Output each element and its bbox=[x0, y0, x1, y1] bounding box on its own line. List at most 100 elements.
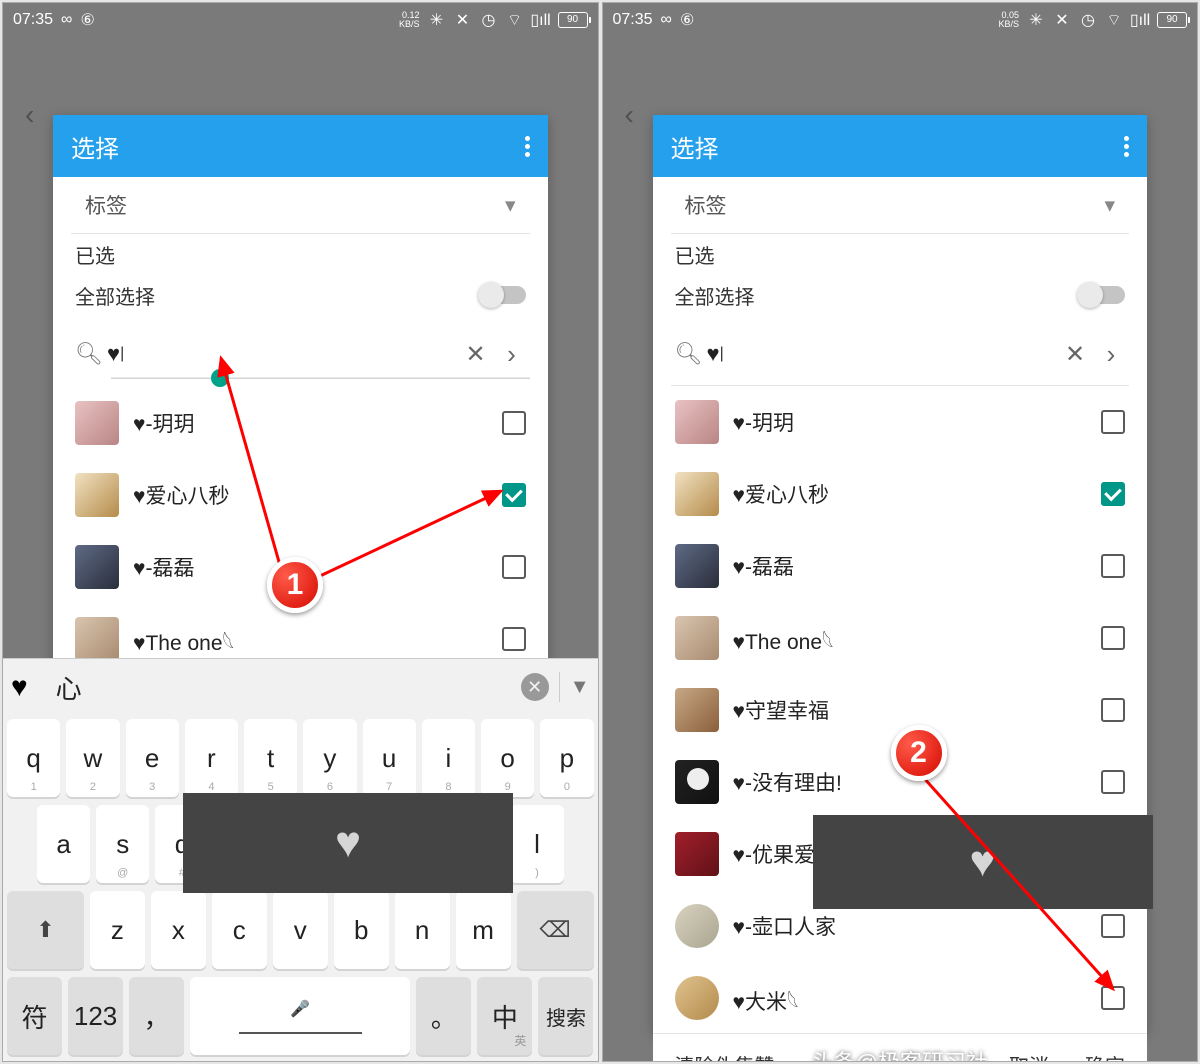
battery-icon: 90 bbox=[1157, 12, 1187, 28]
checkbox[interactable] bbox=[1101, 986, 1125, 1010]
period-key[interactable]: 。 bbox=[416, 977, 471, 1055]
more-menu-button[interactable] bbox=[525, 136, 530, 157]
contact-name: ♥The one𓆩 bbox=[133, 622, 488, 657]
search-input[interactable]: ♥ bbox=[707, 341, 720, 367]
key-e[interactable]: e3 bbox=[126, 719, 179, 797]
candidate-heart[interactable]: ♥ bbox=[11, 671, 28, 703]
list-item[interactable]: ♥-磊磊 bbox=[671, 530, 1130, 602]
checkbox[interactable] bbox=[1101, 770, 1125, 794]
avatar bbox=[675, 544, 719, 588]
tag-dropdown[interactable]: 标签 ▾ bbox=[71, 177, 530, 233]
modal-title: 选择 bbox=[71, 129, 119, 164]
cursor-slider[interactable] bbox=[111, 377, 530, 379]
key-z[interactable]: z bbox=[90, 891, 145, 969]
contact-name: ♥-壶口人家 bbox=[733, 911, 1088, 941]
candidate-word[interactable]: 心 bbox=[38, 669, 100, 706]
alarm-icon: ◷ bbox=[480, 11, 498, 29]
avatar bbox=[675, 688, 719, 732]
language-key[interactable]: 中英 bbox=[477, 977, 532, 1055]
key-a[interactable]: a bbox=[37, 805, 90, 883]
checkbox[interactable] bbox=[1101, 698, 1125, 722]
back-icon: ‹ bbox=[625, 99, 634, 131]
ok-button[interactable]: 确定 bbox=[1085, 1050, 1125, 1062]
key-x[interactable]: x bbox=[151, 891, 206, 969]
avatar bbox=[75, 401, 119, 445]
space-key[interactable]: 🎤 bbox=[190, 977, 410, 1055]
key-m[interactable]: m bbox=[456, 891, 511, 969]
more-menu-button[interactable] bbox=[1124, 136, 1129, 157]
key-u[interactable]: u7 bbox=[363, 719, 416, 797]
signal-icon: ▯ıll bbox=[532, 11, 550, 29]
symbol-key[interactable]: 符 bbox=[7, 977, 62, 1055]
alarm-icon: ◷ bbox=[1079, 11, 1097, 29]
key-y[interactable]: y6 bbox=[303, 719, 356, 797]
list-item[interactable]: ♥爱心八秒 bbox=[71, 459, 530, 531]
clear-fake-likes-button[interactable]: 清除伪集赞 bbox=[675, 1050, 775, 1062]
checkbox[interactable] bbox=[1101, 914, 1125, 938]
list-item[interactable]: ♥大米𓆩 bbox=[671, 962, 1130, 1033]
key-p[interactable]: p0 bbox=[540, 719, 593, 797]
contact-name: ♥-玥玥 bbox=[733, 407, 1088, 437]
checkbox[interactable] bbox=[502, 627, 526, 651]
key-q[interactable]: q1 bbox=[7, 719, 60, 797]
select-all-toggle[interactable] bbox=[1079, 286, 1125, 304]
checkbox[interactable] bbox=[502, 411, 526, 435]
list-item[interactable]: ♥爱心八秒 bbox=[671, 458, 1130, 530]
list-item[interactable]: ♥-玥玥 bbox=[71, 387, 530, 459]
contact-name: ♥爱心八秒 bbox=[133, 480, 488, 510]
list-item[interactable]: ♥-玥玥 bbox=[671, 386, 1130, 458]
candidate-clear-button[interactable]: ✕ bbox=[521, 673, 549, 701]
key-r[interactable]: r4 bbox=[185, 719, 238, 797]
key-v[interactable]: v bbox=[273, 891, 328, 969]
vibrate-icon: ✕ bbox=[1053, 11, 1071, 29]
contact-name: ♥爱心八秒 bbox=[733, 479, 1088, 509]
checkbox[interactable] bbox=[1101, 410, 1125, 434]
chevron-down-icon: ▾ bbox=[1104, 193, 1115, 218]
search-input[interactable]: ♥ bbox=[107, 341, 120, 367]
key-s[interactable]: s@ bbox=[96, 805, 149, 883]
clear-search-button[interactable]: ✕ bbox=[1057, 340, 1093, 369]
contact-name: ♥守望幸福 bbox=[733, 695, 1088, 725]
checkbox[interactable] bbox=[1101, 554, 1125, 578]
wifi-icon: ⌔ bbox=[1105, 11, 1123, 29]
backspace-key[interactable]: ⌫ bbox=[517, 891, 594, 969]
key-l[interactable]: l) bbox=[510, 805, 563, 883]
checkbox[interactable] bbox=[502, 555, 526, 579]
next-button[interactable]: › bbox=[494, 339, 530, 370]
comma-key[interactable]: ， bbox=[129, 977, 184, 1055]
key-b[interactable]: b bbox=[334, 891, 389, 969]
key-i[interactable]: i8 bbox=[422, 719, 475, 797]
checkbox[interactable] bbox=[1101, 626, 1125, 650]
contact-name: ♥-玥玥 bbox=[133, 408, 488, 438]
cancel-button[interactable]: 取消 bbox=[1009, 1050, 1049, 1062]
key-w[interactable]: w2 bbox=[66, 719, 119, 797]
signal-icon: ▯ıll bbox=[1131, 11, 1149, 29]
tag-dropdown[interactable]: 标签 ▾ bbox=[671, 177, 1130, 233]
search-icon: 🔍︎ bbox=[71, 341, 107, 367]
net-speed: 0.12KB/S bbox=[399, 11, 420, 29]
select-all-toggle[interactable] bbox=[480, 286, 526, 304]
key-n[interactable]: n bbox=[395, 891, 450, 969]
checkbox[interactable] bbox=[1101, 482, 1125, 506]
search-icon: 🔍︎ bbox=[671, 341, 707, 367]
clear-search-button[interactable]: ✕ bbox=[458, 340, 494, 369]
checkbox[interactable] bbox=[502, 483, 526, 507]
key-t[interactable]: t5 bbox=[244, 719, 297, 797]
status-time: 07:35 bbox=[613, 11, 653, 29]
netease-icon: ⑥ bbox=[680, 10, 694, 30]
screenshot-right: 07:35 ∞ ⑥ 0.05KB/S ✳ ✕ ◷ ⌔ ▯ıll 90 ‹ 选择 … bbox=[602, 2, 1199, 1062]
shift-key[interactable]: ⬆ bbox=[7, 891, 84, 969]
candidate-expand-button[interactable]: ▼ bbox=[570, 676, 590, 699]
avatar bbox=[675, 616, 719, 660]
select-all-label: 全部选择 bbox=[675, 281, 755, 310]
key-c[interactable]: c bbox=[212, 891, 267, 969]
bluetooth-icon: ✳ bbox=[428, 11, 446, 29]
key-o[interactable]: o9 bbox=[481, 719, 534, 797]
number-key[interactable]: 123 bbox=[68, 977, 123, 1055]
ime-preview-popup: ♥ bbox=[813, 815, 1153, 909]
select-all-row: 全部选择 bbox=[71, 273, 530, 317]
list-item[interactable]: ♥The one𓆩 bbox=[671, 602, 1130, 674]
ime-preview-popup: ♥ bbox=[183, 793, 513, 893]
search-key[interactable]: 搜索 bbox=[538, 977, 593, 1055]
next-button[interactable]: › bbox=[1093, 339, 1129, 370]
